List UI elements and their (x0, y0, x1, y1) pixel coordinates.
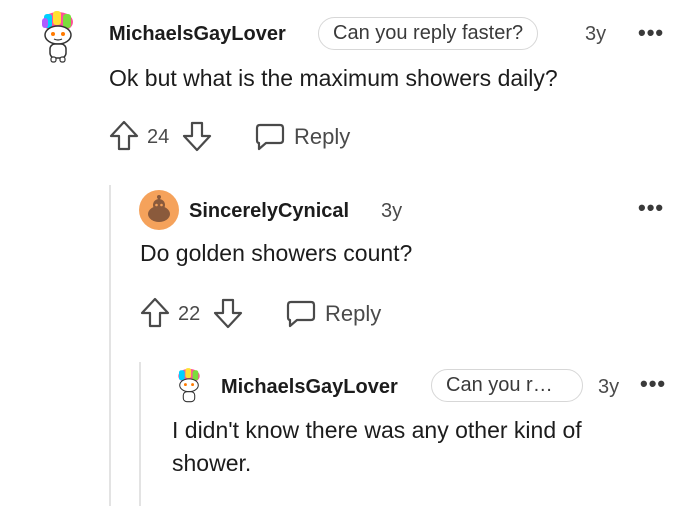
downvote-icon[interactable] (213, 297, 243, 329)
comment-1-reply-button[interactable]: Reply (254, 120, 354, 152)
thread-line-level-1[interactable] (109, 185, 111, 506)
comment-1-more-options-button[interactable]: ••• (638, 22, 664, 44)
upvote-icon[interactable] (109, 120, 139, 152)
comment-3-more-options-button[interactable]: ••• (640, 373, 666, 395)
downvote-icon[interactable] (182, 120, 212, 152)
comment-1-timestamp[interactable]: 3y (585, 23, 606, 46)
reply-icon (285, 299, 317, 329)
comment-3-username[interactable]: MichaelsGayLover (221, 376, 398, 399)
comment-1-vote-count: 24 (147, 126, 170, 148)
comment-3-body-line-1: I didn't know there was any other kind o… (172, 417, 582, 443)
avatar-icon[interactable] (36, 8, 80, 64)
comment-2-reply-button[interactable]: Reply (285, 297, 385, 329)
comment-2-timestamp[interactable]: 3y (381, 200, 402, 223)
avatar-icon[interactable] (172, 366, 206, 406)
comment-1-username[interactable]: MichaelsGayLover (109, 23, 286, 46)
comment-2-body: Do golden showers count? (140, 240, 413, 266)
comment-3-body-line-2: shower. (172, 450, 252, 476)
comment-2-username[interactable]: SincerelyCynical (189, 200, 349, 223)
comment-3-flair: Can you r… (431, 369, 583, 402)
reply-label: Reply (294, 124, 351, 149)
comment-3-timestamp[interactable]: 3y (598, 376, 619, 399)
thread-line-level-2[interactable] (139, 362, 141, 506)
comment-2-more-options-button[interactable]: ••• (638, 197, 664, 219)
upvote-icon[interactable] (140, 297, 170, 329)
comment-1-body: Ok but what is the maximum showers daily… (109, 65, 558, 91)
avatar-icon[interactable] (139, 190, 179, 230)
comment-1-flair: Can you reply faster? (318, 17, 539, 50)
reply-label: Reply (325, 301, 382, 326)
reply-icon (254, 122, 286, 152)
comment-2-vote-count: 22 (178, 303, 201, 325)
